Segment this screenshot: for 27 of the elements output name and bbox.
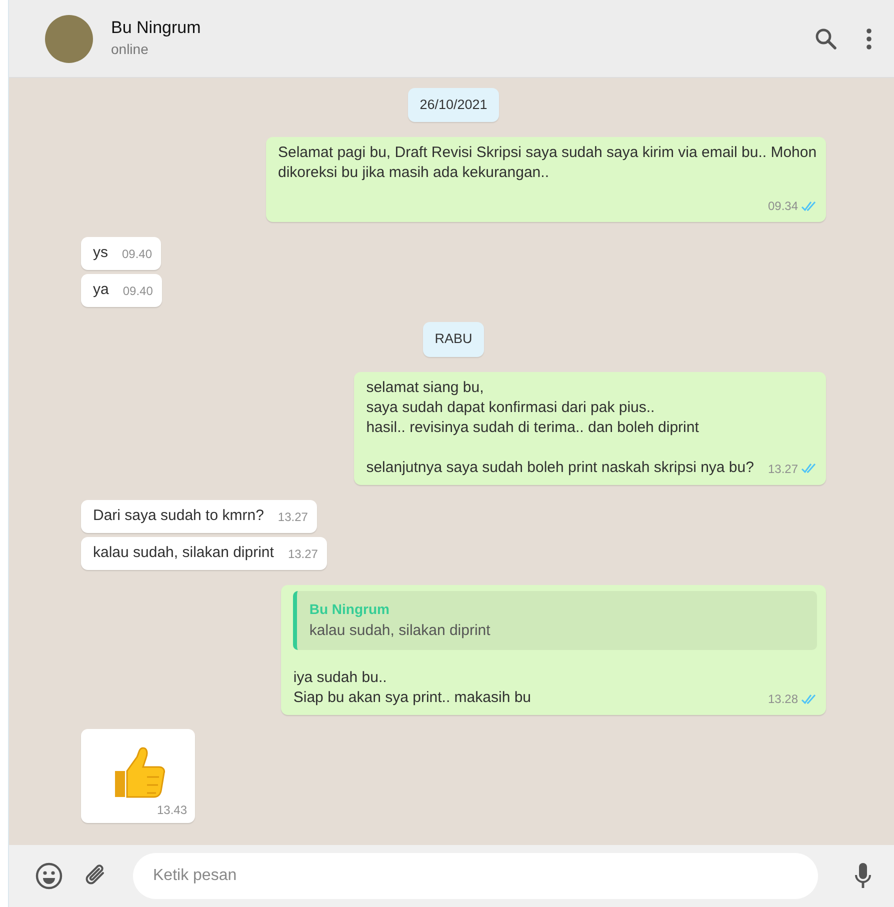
microphone-icon[interactable] bbox=[854, 862, 872, 890]
message-text: kalau sudah, silakan diprint bbox=[93, 542, 274, 562]
message-time: 09.40 bbox=[122, 246, 152, 264]
menu-icon[interactable] bbox=[866, 28, 872, 50]
quoted-text: kalau sudah, silakan diprint bbox=[309, 620, 492, 640]
date-chip: RABU bbox=[422, 322, 484, 356]
avatar-photo-placeholder[interactable] bbox=[45, 14, 93, 62]
message-input-field[interactable]: Ketik pesan bbox=[133, 853, 818, 899]
message-time: 09.34 bbox=[768, 198, 798, 216]
message-text: ya bbox=[93, 280, 109, 300]
message-time: 13.43 bbox=[156, 802, 187, 819]
message-time: 13.27 bbox=[768, 460, 798, 478]
date-chip: 26/10/2021 bbox=[408, 88, 500, 122]
message-text: iya sudah bu.. Siap bu akan sya print.. makasih bu bbox=[293, 668, 532, 708]
message-text: ys bbox=[93, 243, 108, 264]
contact-name[interactable]: Bu Ningrum bbox=[111, 16, 814, 40]
message-time: 13.27 bbox=[288, 546, 318, 562]
message-time: 13.27 bbox=[278, 508, 308, 526]
message-time: 13.28 bbox=[768, 691, 798, 708]
message-text: selamat siang bu, saya sudah dapat konfirmasi dari pak pius.. hasil.. revisinya sudah di terima.. dan boleh diprint selanjutnya saya sudah boleh print naskah skripsi nya bu? bbox=[366, 378, 754, 478]
quoted-sender: Bu Ningrum bbox=[309, 600, 390, 619]
emoji-icon[interactable] bbox=[35, 862, 63, 890]
message-text: Selamat pagi bu, Draft Revisi Skripsi saya sudah saya kirim via email bu.. Mohon dikoreksi bu jika masih ada kekurangan.. bbox=[278, 143, 817, 184]
message-text: Dari saya sudah to kmrn? bbox=[93, 506, 264, 526]
contact-status: online bbox=[111, 40, 150, 60]
message-time: 09.40 bbox=[122, 283, 153, 300]
search-icon[interactable] bbox=[814, 26, 838, 50]
